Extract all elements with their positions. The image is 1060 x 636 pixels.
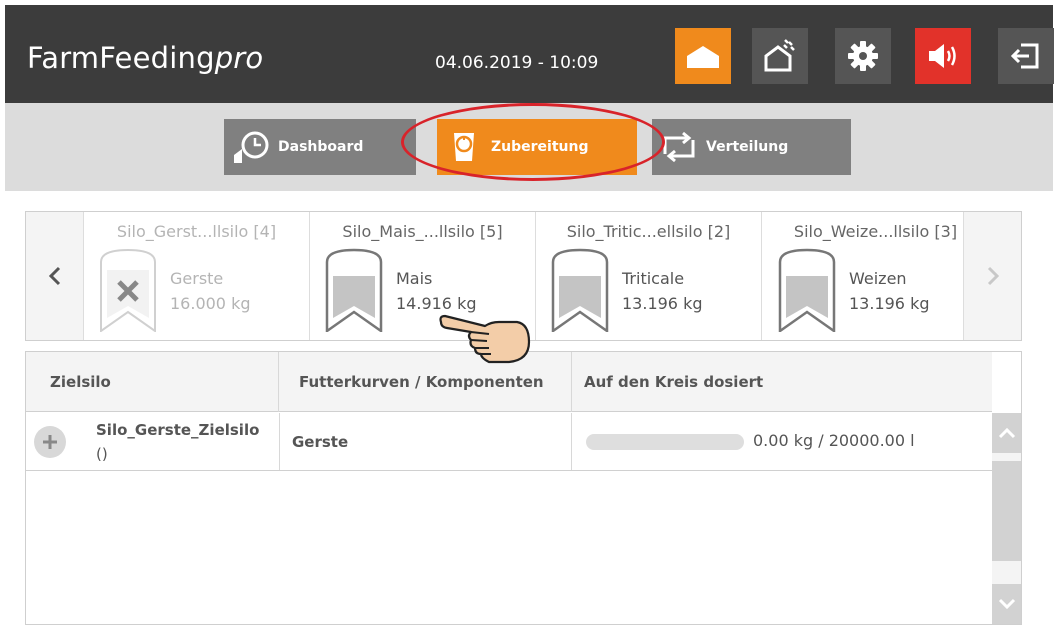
scroll-down-button[interactable] [992,584,1021,624]
plus-icon [43,435,57,449]
settings-button[interactable] [835,28,891,84]
silo-card-name: Weizen [849,269,907,288]
carousel-next-button[interactable] [963,212,1021,340]
tab-verteilung[interactable]: Verteilung [652,119,851,175]
tab-zubereitung[interactable]: Zubereitung [437,119,637,175]
silo-card-title: Silo_Mais_...llsilo [5] [342,222,503,241]
row-silo-subtitle: () [96,445,108,463]
row-silo-name: Silo_Gerste_Zielsilo [96,421,260,439]
silo-card-quantity: 14.916 kg [396,294,477,313]
carousel-prev-button[interactable] [26,212,84,340]
table-row[interactable]: Silo_Gerste_Zielsilo () Gerste 0.00 kg /… [26,413,992,471]
chevron-up-icon [998,427,1015,439]
silo-card-name: Triticale [622,269,685,288]
home-icon [687,46,719,68]
datetime: 04.06.2019 - 10:09 [435,53,599,73]
silo-card-quantity: 16.000 kg [170,294,251,313]
silo-card-name: Mais [396,269,433,288]
silo-icon [551,248,609,332]
silo-card-gerste[interactable]: Silo_Gerst...llsilo [4] Gerste 16.000 kg [84,212,310,340]
silo-card-title: Silo_Gerst...llsilo [4] [116,222,277,241]
app-title: FarmFeedingpro [27,41,264,75]
header-bar: FarmFeedingpro 04.06.2019 - 10:09 [5,5,1054,103]
chevron-down-icon [998,598,1015,610]
silo-carousel: Silo_Gerst...llsilo [4] Gerste 16.000 kg… [25,211,1022,341]
silo-card-quantity: 13.196 kg [849,294,930,313]
silo-card-title: Silo_Tritic...ellsilo [2] [566,222,731,241]
tab-dashboard-label: Dashboard [278,139,364,155]
gear-icon [848,41,878,71]
silo-card-weizen[interactable]: Silo_Weize...llsilo [3] Weizen 13.196 kg [763,212,989,340]
table-header: Zielsilo Futterkurven / Komponenten Auf … [26,352,992,412]
silo-disabled-icon [100,248,156,332]
silo-icon [778,248,836,332]
speaker-icon [929,44,956,68]
add-button[interactable] [34,426,66,458]
tab-verteilung-label: Verteilung [706,139,789,155]
chevron-left-icon [48,266,60,286]
history-icon [224,129,278,165]
row-component: Gerste [279,413,572,470]
tab-zubereitung-label: Zubereitung [491,139,589,155]
tab-bar: Dashboard Zubereitung Verteilung [5,103,1053,191]
chevron-right-icon [987,266,999,286]
silo-card-name: Gerste [170,269,224,288]
sound-button[interactable] [915,28,971,84]
column-header-futterkurven[interactable]: Futterkurven / Komponenten [279,352,572,412]
logout-button[interactable] [998,28,1054,84]
target-silo-table: Zielsilo Futterkurven / Komponenten Auf … [25,351,1022,625]
silo-card-title: Silo_Weize...llsilo [3] [793,222,958,241]
scale-icon [437,129,491,165]
repeat-icon [652,130,706,164]
dosing-progress-bar [586,434,744,450]
silo-card-quantity: 13.196 kg [622,294,703,313]
logout-icon [1010,43,1039,69]
home-button[interactable] [675,28,731,84]
column-header-zielsilo[interactable]: Zielsilo [26,352,279,412]
scroll-up-button[interactable] [992,413,1021,453]
silo-card-mais[interactable]: Silo_Mais_...llsilo [5] Mais 14.916 kg [310,212,536,340]
tab-dashboard[interactable]: Dashboard [224,119,416,175]
column-header-dosiert[interactable]: Auf den Kreis dosiert [572,352,992,412]
scroll-thumb[interactable] [992,461,1021,561]
table-scrollbar[interactable] [992,413,1021,624]
barn-button[interactable] [752,28,808,84]
barn-icon [764,39,795,72]
row-dosed-amount: 0.00 kg / 20000.00 l [753,431,915,450]
silo-icon [325,248,383,332]
silo-card-triticale[interactable]: Silo_Tritic...ellsilo [2] Triticale 13.1… [536,212,762,340]
